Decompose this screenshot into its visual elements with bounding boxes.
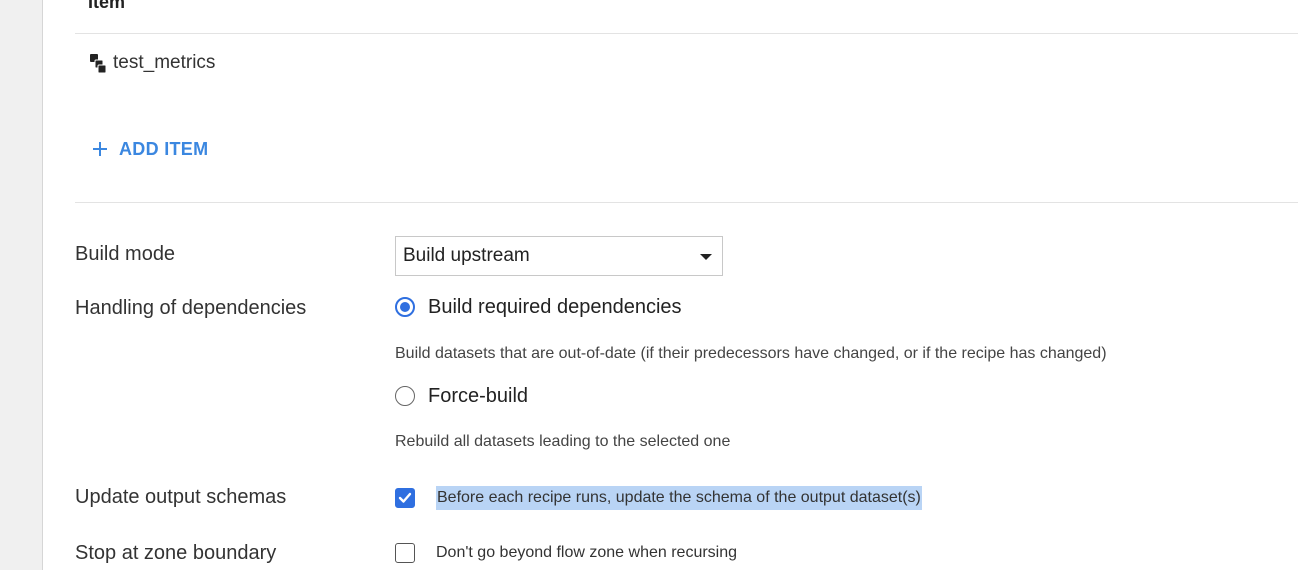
radio-force-build[interactable]: Force-build (395, 383, 528, 409)
add-item-button[interactable]: ADD ITEM (92, 137, 208, 161)
update-schemas-checkbox[interactable] (395, 488, 415, 508)
header-divider (75, 33, 1298, 34)
items-column-header: Item (88, 0, 126, 12)
build-mode-value: Build upstream (403, 245, 530, 266)
zone-boundary-checkbox-label: Don't go beyond flow zone when recursing (436, 544, 738, 561)
zone-boundary-option[interactable]: Don't go beyond flow zone when recursing (395, 540, 737, 566)
left-gutter (0, 0, 42, 570)
radio-build-required[interactable]: Build required dependencies (395, 294, 682, 320)
radio-force-build-label: Force-build (428, 384, 529, 407)
plus-icon (93, 142, 107, 156)
force-build-help: Rebuild all datasets leading to the sele… (395, 433, 731, 450)
checkmark-icon (398, 492, 412, 503)
radio-button[interactable] (395, 386, 415, 406)
list-item[interactable]: test_metrics (89, 50, 215, 76)
add-item-label: ADD ITEM (119, 138, 209, 159)
item-label: test_metrics (113, 52, 216, 73)
dependencies-label: Handling of dependencies (75, 297, 307, 319)
zone-boundary-checkbox[interactable] (395, 543, 415, 563)
update-schemas-checkbox-label: Before each recipe runs, update the sche… (436, 486, 922, 510)
build-required-help: Build datasets that are out-of-date (if … (395, 345, 1107, 362)
radio-button[interactable] (395, 297, 415, 317)
chevron-down-icon (700, 254, 712, 260)
radio-build-required-label: Build required dependencies (428, 295, 682, 318)
zone-boundary-label: Stop at zone boundary (75, 542, 277, 564)
build-mode-select[interactable]: Build upstream (395, 236, 723, 276)
section-divider (75, 202, 1298, 203)
update-schemas-option[interactable]: Before each recipe runs, update the sche… (395, 485, 922, 511)
build-mode-label: Build mode (75, 243, 176, 265)
update-schemas-label: Update output schemas (75, 486, 287, 508)
cubes-icon (90, 54, 107, 73)
